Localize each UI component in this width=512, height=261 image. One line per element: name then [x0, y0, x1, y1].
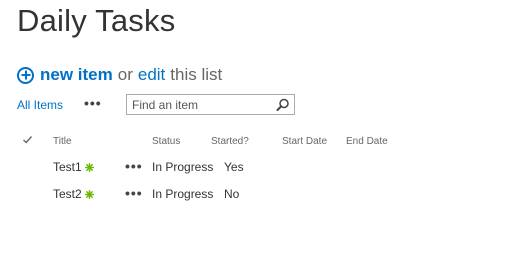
- view-selector: All Items •••: [17, 94, 101, 116]
- item-status: In Progress: [152, 160, 214, 174]
- new-item-bar: new item or edit this list: [17, 63, 222, 87]
- edit-list-link[interactable]: edit: [138, 65, 165, 85]
- column-header-end-date[interactable]: End Date: [346, 136, 388, 147]
- item-menu-button[interactable]: •••: [125, 185, 143, 201]
- column-header-started[interactable]: Started?: [211, 136, 249, 147]
- item-started: Yes: [224, 160, 244, 174]
- list-row: Test1 ••• In Progress Yes: [0, 157, 512, 179]
- page-title: Daily Tasks: [17, 3, 176, 38]
- more-views-button[interactable]: •••: [84, 95, 102, 111]
- new-item-link[interactable]: new item: [40, 65, 113, 85]
- item-title: Test2: [53, 187, 94, 201]
- view-all-items[interactable]: All Items: [17, 98, 63, 112]
- checkmark-icon[interactable]: [22, 134, 33, 145]
- item-title-link[interactable]: Test1: [53, 160, 82, 174]
- item-menu-button[interactable]: •••: [125, 158, 143, 174]
- column-header-title[interactable]: Title: [53, 136, 72, 147]
- item-status: In Progress: [152, 187, 214, 201]
- item-title: Test1: [53, 160, 94, 174]
- list-row: Test2 ••• In Progress No: [0, 184, 512, 206]
- column-header-status[interactable]: Status: [152, 136, 180, 147]
- new-item-badge-icon: [84, 190, 94, 199]
- search-box: [126, 94, 295, 115]
- or-text: or: [117, 65, 133, 84]
- add-circle-icon[interactable]: [17, 66, 34, 84]
- item-title-link[interactable]: Test2: [53, 187, 82, 201]
- search-input[interactable]: [127, 97, 277, 112]
- new-item-badge-icon: [84, 163, 94, 172]
- item-started: No: [224, 187, 240, 201]
- magnifier-icon[interactable]: [276, 98, 290, 112]
- this-list-text: this list: [170, 65, 223, 84]
- column-header-start-date[interactable]: Start Date: [282, 136, 327, 147]
